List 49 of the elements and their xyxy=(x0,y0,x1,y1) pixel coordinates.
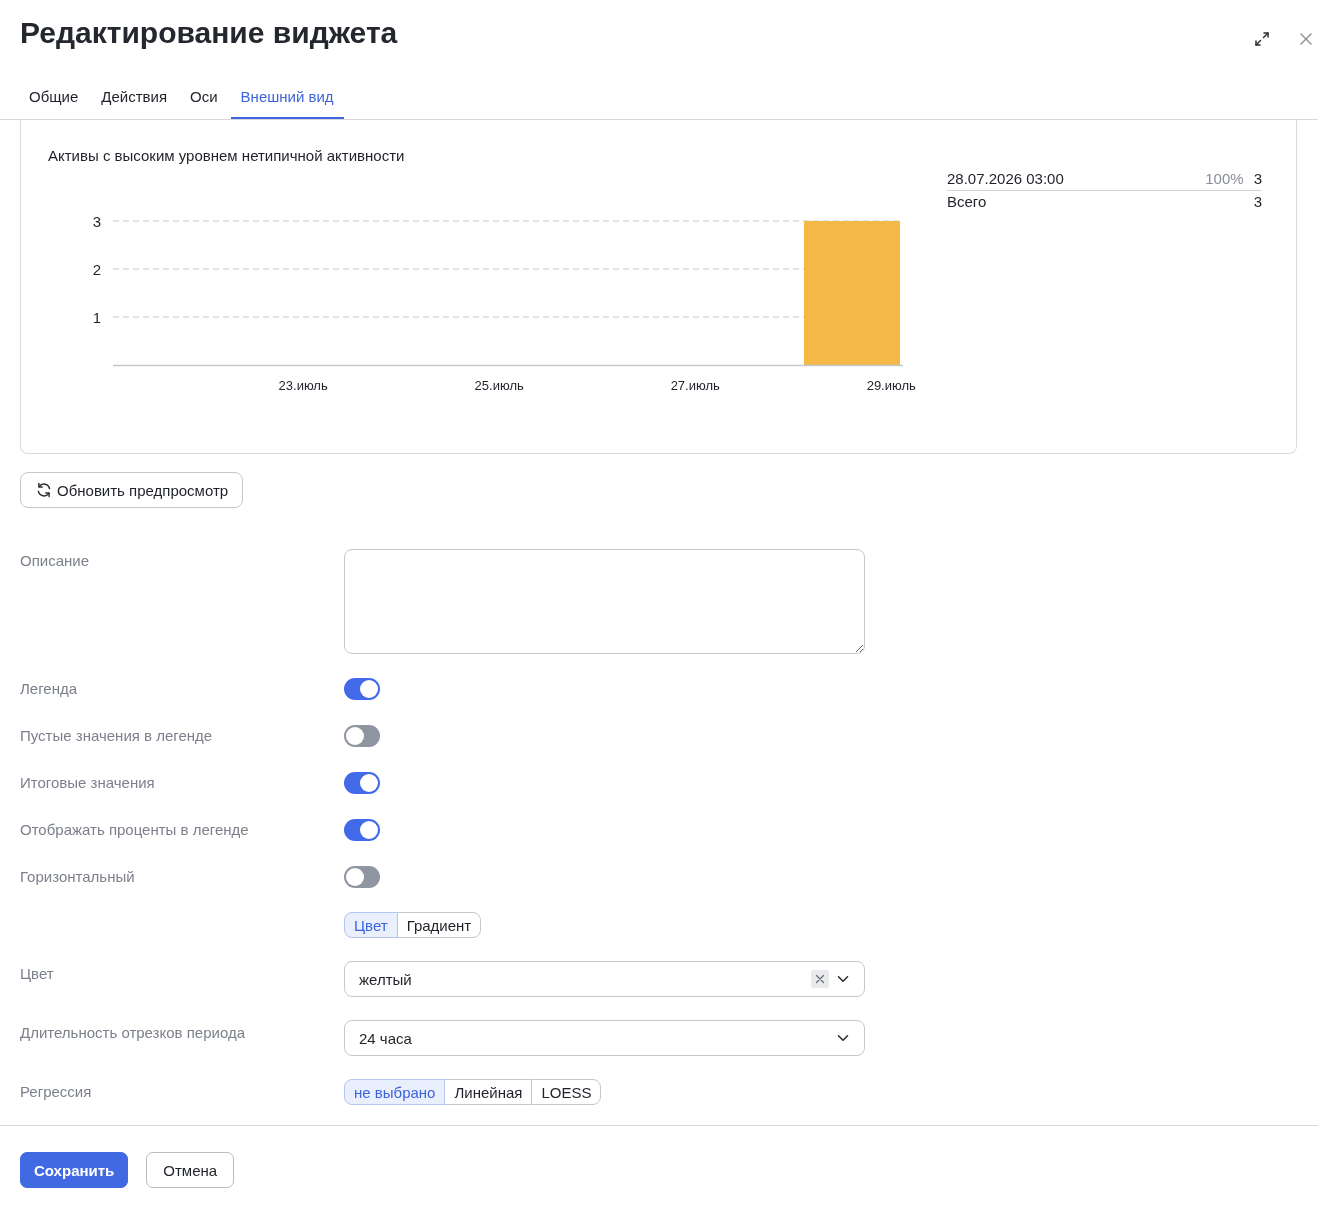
y-axis-label: 2 xyxy=(92,260,101,278)
select-field[interactable]: желтый xyxy=(344,961,865,997)
segment-option[interactable]: не выбрано xyxy=(344,1079,446,1105)
legend-percent: 100% xyxy=(1205,169,1244,189)
x-axis-label: 23.июль xyxy=(278,377,328,393)
field-label: Цвет xyxy=(20,964,54,984)
x-axis-label: 27.июль xyxy=(670,377,720,393)
y-axis-label: 1 xyxy=(92,308,101,326)
field-label: Пустые значения в легенде xyxy=(20,726,213,746)
chevron-down-icon[interactable] xyxy=(837,973,849,985)
x-axis-label: 29.июль xyxy=(866,377,916,393)
segment-option[interactable]: Линейная xyxy=(444,1079,533,1105)
segment-option[interactable]: LOESS xyxy=(531,1079,602,1105)
clear-icon[interactable] xyxy=(811,970,829,988)
select-field[interactable]: 24 часа xyxy=(344,1020,865,1056)
field-label: Длительность отрезков периода xyxy=(20,1023,245,1043)
expand-icon[interactable] xyxy=(1254,31,1270,47)
description-field[interactable] xyxy=(344,549,865,654)
close-icon[interactable] xyxy=(1300,33,1312,45)
x-axis-label: 25.июль xyxy=(474,377,524,393)
tab[interactable]: Внешний вид xyxy=(230,77,344,119)
toggle-switch[interactable] xyxy=(344,678,380,700)
refresh-preview-button[interactable]: Обновить предпросмотр xyxy=(20,472,244,508)
dialog-title: Редактирование виджета xyxy=(20,15,398,51)
legend-total-value: 3 xyxy=(1253,192,1262,212)
field-label: Отображать проценты в легенде xyxy=(20,820,249,840)
segment-option[interactable]: Градиент xyxy=(396,912,482,938)
legend-total-label: Всего xyxy=(947,192,988,212)
y-axis-label: 3 xyxy=(92,212,101,230)
legend-label: 28.07.2026 03:00 xyxy=(947,169,1065,189)
toggle-switch[interactable] xyxy=(344,819,380,841)
field-label: Горизонтальный xyxy=(20,867,135,887)
chevron-down-icon[interactable] xyxy=(837,1032,849,1044)
field-label: Описание xyxy=(20,551,90,571)
save-button[interactable]: Сохранить xyxy=(20,1152,129,1188)
toggle-switch[interactable] xyxy=(344,866,380,888)
segment-option[interactable]: Цвет xyxy=(344,912,398,938)
field-label: Итоговые значения xyxy=(20,773,155,793)
field-label: Регрессия xyxy=(20,1082,92,1102)
toggle-switch[interactable] xyxy=(344,725,380,747)
cancel-button[interactable]: Отмена xyxy=(146,1152,235,1188)
field-label: Легенда xyxy=(20,679,78,699)
refresh-icon xyxy=(36,482,52,498)
tab[interactable]: Оси xyxy=(180,77,228,119)
toggle-switch[interactable] xyxy=(344,772,380,794)
chart-title: Активы с высоким уровнем нетипичной активности xyxy=(48,146,405,166)
tab[interactable]: Действия xyxy=(91,77,178,119)
legend-value: 3 xyxy=(1253,169,1262,189)
tab[interactable]: Общие xyxy=(19,77,89,119)
